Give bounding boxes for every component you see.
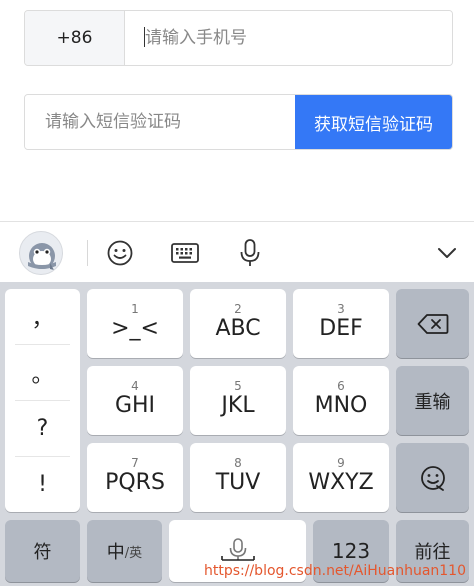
key-6[interactable]: 6 MNO <box>293 366 389 435</box>
language-switch-key[interactable]: 中 /英 <box>87 520 162 582</box>
key-8[interactable]: 8 TUV <box>190 443 286 512</box>
key-number: 5 <box>234 378 242 393</box>
sms-code-input[interactable] <box>25 95 295 149</box>
key-number: 3 <box>337 301 345 316</box>
go-label: 前往 <box>414 542 451 563</box>
key-4[interactable]: 4 GHI <box>87 366 183 435</box>
punct-period[interactable]: 。 <box>5 345 80 400</box>
key-letters: GHI <box>114 392 156 418</box>
key-2[interactable]: 2 ABC <box>190 289 286 358</box>
toolbar-divider <box>87 240 88 266</box>
chevron-down-icon[interactable] <box>432 238 462 268</box>
punctuation-column[interactable]: ， 。 ? ! <box>5 289 80 512</box>
key-letters: WXYZ <box>308 469 374 495</box>
phone-field-group: +86 <box>24 10 453 66</box>
key-3[interactable]: 3 DEF <box>293 289 389 358</box>
emoticon-face-icon <box>420 465 445 491</box>
key-7[interactable]: 7 PQRS <box>87 443 183 512</box>
keyboard-toolbar <box>0 221 474 282</box>
key-number: 2 <box>234 301 242 316</box>
emoticon-key[interactable] <box>396 443 469 512</box>
lang-main-label: 中 <box>106 542 125 563</box>
key-letters: MNO <box>314 392 368 418</box>
keyboard-icon[interactable] <box>170 238 200 268</box>
watermark: https://blog.csdn.net/AiHuanhuan110 <box>204 563 466 579</box>
phone-input[interactable] <box>125 11 452 65</box>
get-sms-code-button[interactable]: 获取短信验证码 <box>295 95 452 149</box>
key-9[interactable]: 9 WXYZ <box>293 443 389 512</box>
punct-exclamation[interactable]: ! <box>5 457 80 512</box>
retype-label: 重输 <box>414 391 451 413</box>
emoji-icon[interactable] <box>105 238 135 268</box>
login-form: +86 获取短信验证码 <box>0 0 474 221</box>
punct-comma[interactable]: ， <box>5 289 80 344</box>
punct-question[interactable]: ? <box>5 401 80 456</box>
key-letters: >_< <box>111 315 159 341</box>
text-caret <box>144 27 145 47</box>
key-letters: JKL <box>221 392 255 418</box>
key-number: 9 <box>337 455 345 470</box>
retype-key[interactable]: 重输 <box>396 366 469 435</box>
key-letters: DEF <box>319 315 363 341</box>
screen: +86 获取短信验证码 <box>0 0 474 586</box>
microphone-icon <box>220 538 255 561</box>
key-number: 7 <box>131 455 139 470</box>
key-letters: PQRS <box>105 469 165 495</box>
key-1[interactable]: 1 >_< <box>87 289 183 358</box>
symbols-label: 符 <box>33 542 52 563</box>
key-letters: ABC <box>215 315 261 341</box>
symbols-key[interactable]: 符 <box>5 520 80 582</box>
backspace-icon <box>417 313 448 334</box>
numbers-label: 123 <box>331 539 371 563</box>
key-number: 6 <box>337 378 345 393</box>
sms-field-group: 获取短信验证码 <box>24 94 453 150</box>
country-code-selector[interactable]: +86 <box>25 11 125 65</box>
key-5[interactable]: 5 JKL <box>190 366 286 435</box>
backspace-key[interactable] <box>396 289 469 358</box>
key-number: 8 <box>234 455 242 470</box>
microphone-icon[interactable] <box>235 238 265 268</box>
mascot-avatar-icon[interactable] <box>19 231 63 275</box>
t9-keyboard: ， 。 ? ! 1 >_< 2 ABC 3 DEF 4 GHI 5 JKL 6 … <box>0 282 474 586</box>
key-number: 1 <box>131 301 139 316</box>
lang-sub-label: /英 <box>124 545 143 561</box>
key-letters: TUV <box>215 469 261 495</box>
key-number: 4 <box>131 378 139 393</box>
